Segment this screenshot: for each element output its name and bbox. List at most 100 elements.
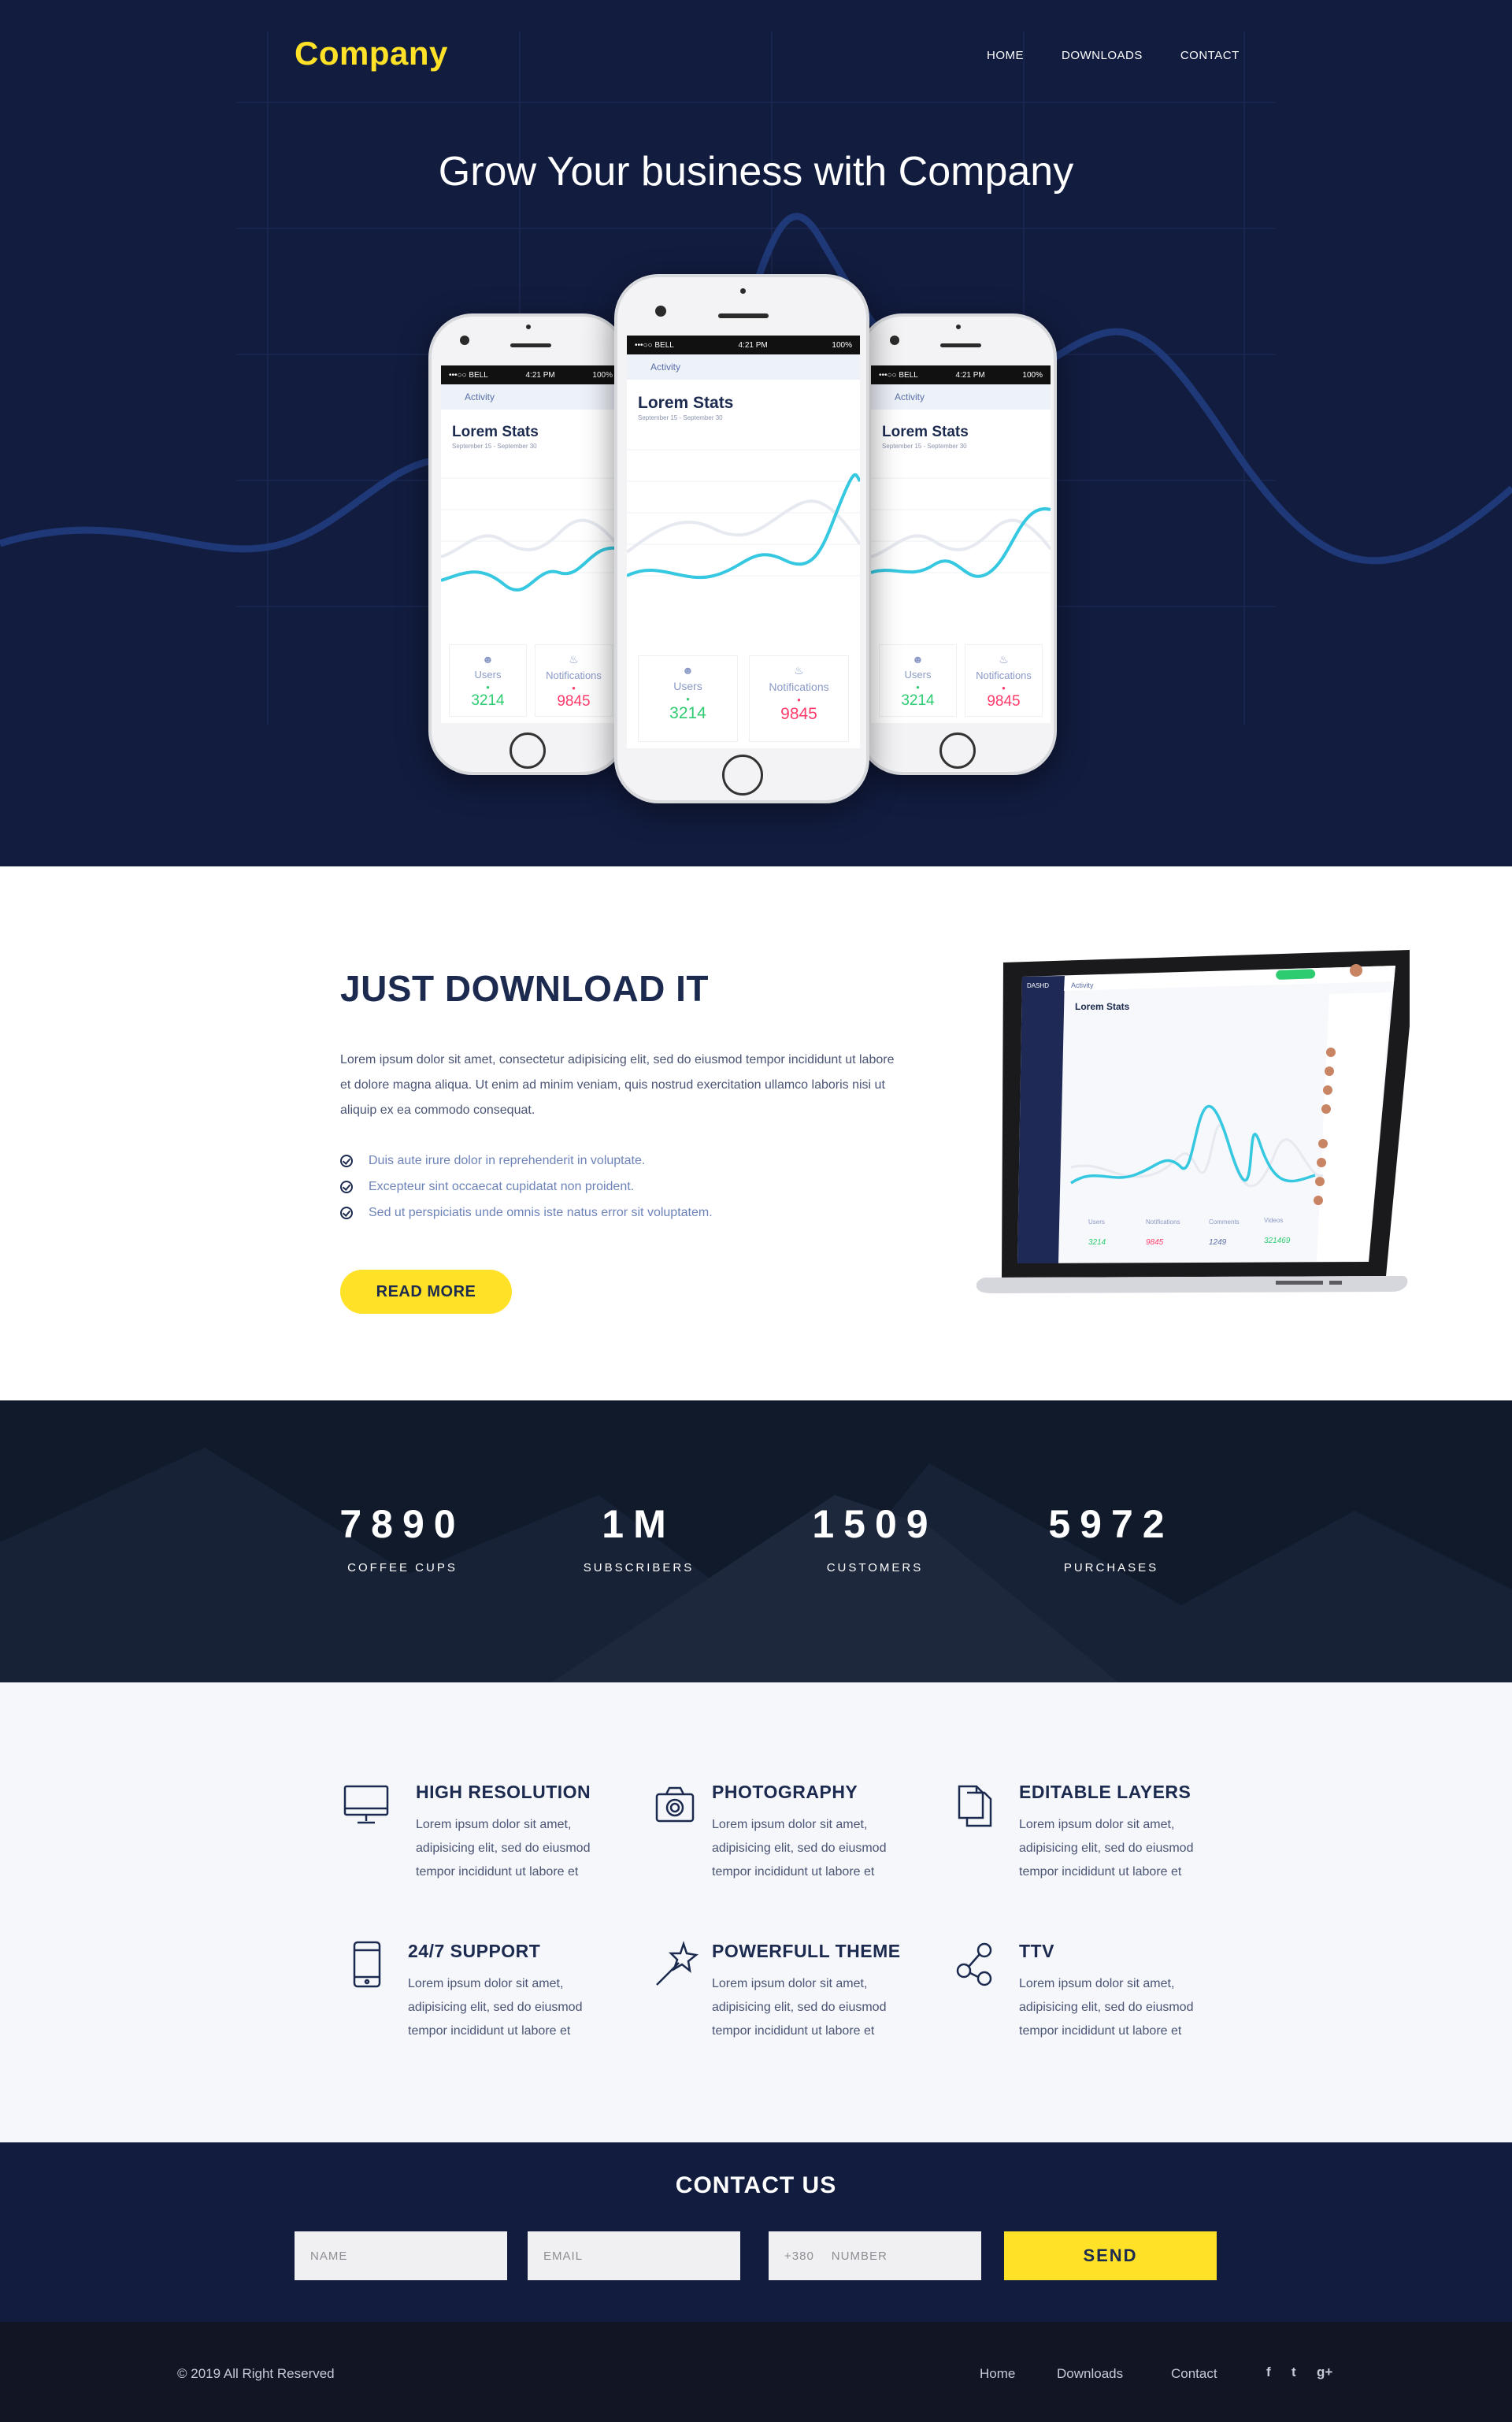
- phone-appbar: Activity: [441, 384, 621, 410]
- phone-sensor: [956, 325, 961, 329]
- bell-icon: ♨: [999, 653, 1009, 666]
- phone-status-bar: •••○○ BELL 4:21 PM 100%: [627, 336, 860, 354]
- notifications-label: Notifications: [546, 669, 602, 681]
- laptop-notifications-value: 9845: [1146, 1238, 1164, 1247]
- phone-stats-subtitle: September 15 - September 30: [452, 443, 537, 450]
- checklist-text: Excepteur sint occaecat cupidatat non pr…: [369, 1179, 635, 1193]
- footer-link-contact[interactable]: Contact: [1171, 2366, 1217, 2382]
- phone-camera: [655, 306, 666, 317]
- laptop-mockup: Lorem Stats Activity DASHD 3214 9845 124…: [976, 950, 1410, 1293]
- phone-number-field[interactable]: +380 NUMBER: [769, 2231, 981, 2280]
- laptop-users-label: Users: [1088, 1218, 1105, 1226]
- laptop-videos-label: Videos: [1264, 1217, 1283, 1224]
- stat-coffee-cups: 7890 COFFEE CUPS: [284, 1501, 521, 1574]
- phone-speaker: [940, 343, 981, 347]
- users-label: Users: [673, 680, 702, 692]
- facebook-icon[interactable]: f: [1266, 2365, 1271, 2380]
- name-placeholder: NAME: [310, 2249, 348, 2263]
- user-icon: ☻: [682, 664, 694, 677]
- phone-status-bar: •••○○ BELL 4:21 PM 100%: [441, 365, 621, 384]
- status-carrier: •••○○ BELL: [449, 370, 488, 380]
- read-more-button[interactable]: READ MORE: [340, 1270, 512, 1314]
- download-title: JUST DOWNLOAD IT: [340, 968, 709, 1009]
- feature-title: PHOTOGRAPHY: [712, 1782, 858, 1802]
- phone-cards: ☻ Users ● 3214 ♨ Notifications ● 9845: [627, 655, 860, 742]
- phone-stats-title: Lorem Stats: [452, 424, 539, 440]
- google-plus-icon[interactable]: g+: [1317, 2365, 1332, 2380]
- feature-title: 24/7 SUPPORT: [408, 1941, 541, 1961]
- notifications-card: ♨ Notifications ● 9845: [965, 644, 1043, 717]
- users-card: ☻ Users ● 3214: [449, 644, 527, 717]
- status-battery: 100%: [832, 340, 852, 350]
- status-time: 4:21 PM: [955, 370, 985, 380]
- phone-home-button: [722, 755, 763, 796]
- email-placeholder: EMAIL: [543, 2249, 584, 2263]
- footer-link-home[interactable]: Home: [980, 2366, 1015, 2382]
- stat-number: 1509: [812, 1502, 938, 1546]
- bell-icon: ♨: [794, 664, 804, 677]
- checklist-text: Sed ut perspiciatis unde omnis iste natu…: [369, 1205, 713, 1219]
- documents-icon: [958, 1785, 992, 1827]
- stat-label: COFFEE CUPS: [347, 1561, 458, 1574]
- stat-customers: 1509 CUSTOMERS: [757, 1501, 993, 1574]
- share-icon: [956, 1942, 992, 1986]
- phone-camera: [890, 336, 899, 345]
- phone-stats-subtitle: September 15 - September 30: [882, 443, 967, 450]
- notifications-card: ♨ Notifications ● 9845: [749, 655, 849, 742]
- notifications-value: 9845: [780, 705, 817, 723]
- feature-title: POWERFULL THEME: [712, 1941, 901, 1961]
- contact-title: CONTACT US: [675, 2172, 837, 2198]
- phone-stats-title: Lorem Stats: [882, 424, 969, 440]
- footer-link-downloads[interactable]: Downloads: [1057, 2366, 1123, 2382]
- hero-title: Grow Your business with Company: [438, 149, 1074, 195]
- phone-line-chart: [871, 477, 1051, 578]
- nav-downloads[interactable]: DOWNLOADS: [1062, 49, 1143, 62]
- status-battery: 100%: [1022, 370, 1043, 380]
- users-value: 3214: [669, 704, 706, 722]
- phone-speaker: [510, 343, 551, 347]
- email-field[interactable]: EMAIL: [528, 2231, 740, 2280]
- checklist-item: Sed ut perspiciatis unde omnis iste natu…: [340, 1200, 713, 1226]
- phone-cards: ☻ Users ● 3214 ♨ Notifications ● 9845: [871, 644, 1051, 717]
- phone-sensor: [526, 325, 531, 329]
- nav-home[interactable]: HOME: [987, 49, 1024, 62]
- feature-description: Lorem ipsum dolor sit amet, adipisicing …: [1019, 1977, 1194, 2038]
- status-dot: ●: [486, 684, 490, 691]
- status-dot: ●: [1002, 684, 1006, 692]
- phone-sensor: [740, 288, 746, 294]
- phone-home-button: [510, 733, 546, 769]
- magic-wand-icon: [656, 1941, 699, 1986]
- monitor-icon: [343, 1785, 389, 1824]
- phone-camera: [460, 336, 469, 345]
- twitter-icon[interactable]: t: [1292, 2365, 1296, 2380]
- laptop-comments-label: Comments: [1209, 1218, 1240, 1226]
- phone-mockup-right: •••○○ BELL 4:21 PM 100% Activity Lorem S…: [858, 313, 1057, 775]
- feature-title: EDITABLE LAYERS: [1019, 1782, 1191, 1802]
- stat-label: PURCHASES: [1063, 1561, 1159, 1574]
- logo[interactable]: Company: [295, 35, 448, 72]
- checklist-text: Duis aute irure dolor in reprehenderit i…: [369, 1153, 646, 1167]
- contact-section: CONTACT US NAME EMAIL +380 NUMBER SEND: [0, 2142, 1512, 2322]
- nav-contact[interactable]: CONTACT: [1180, 49, 1240, 62]
- phone-appbar: Activity: [871, 384, 1051, 410]
- phone-screen-center: •••○○ BELL 4:21 PM 100% Activity Lorem S…: [627, 336, 860, 748]
- name-field[interactable]: NAME: [295, 2231, 507, 2280]
- user-icon: ☻: [912, 653, 924, 666]
- checklist-item: Excepteur sint occaecat cupidatat non pr…: [340, 1174, 713, 1200]
- phone-home-button: [939, 733, 976, 769]
- check-circle-icon: [340, 1180, 353, 1193]
- status-dot: ●: [916, 684, 920, 691]
- number-placeholder: NUMBER: [831, 2249, 888, 2263]
- feature-description: Lorem ipsum dolor sit amet, adipisicing …: [408, 1977, 583, 2038]
- notifications-value: 9845: [557, 693, 591, 710]
- stat-subscribers: 1M SUBSCRIBERS: [521, 1501, 757, 1574]
- phone-speaker: [718, 313, 769, 318]
- users-value: 3214: [901, 692, 935, 709]
- users-card: ☻ Users ● 3214: [879, 644, 957, 717]
- status-dot: ●: [797, 696, 801, 703]
- laptop-videos-value: 321469: [1264, 1237, 1291, 1245]
- stat-label: CUSTOMERS: [826, 1561, 924, 1574]
- status-carrier: •••○○ BELL: [635, 340, 674, 350]
- send-button[interactable]: SEND: [1004, 2231, 1217, 2280]
- stat-purchases: 5972 PURCHASES: [993, 1501, 1229, 1574]
